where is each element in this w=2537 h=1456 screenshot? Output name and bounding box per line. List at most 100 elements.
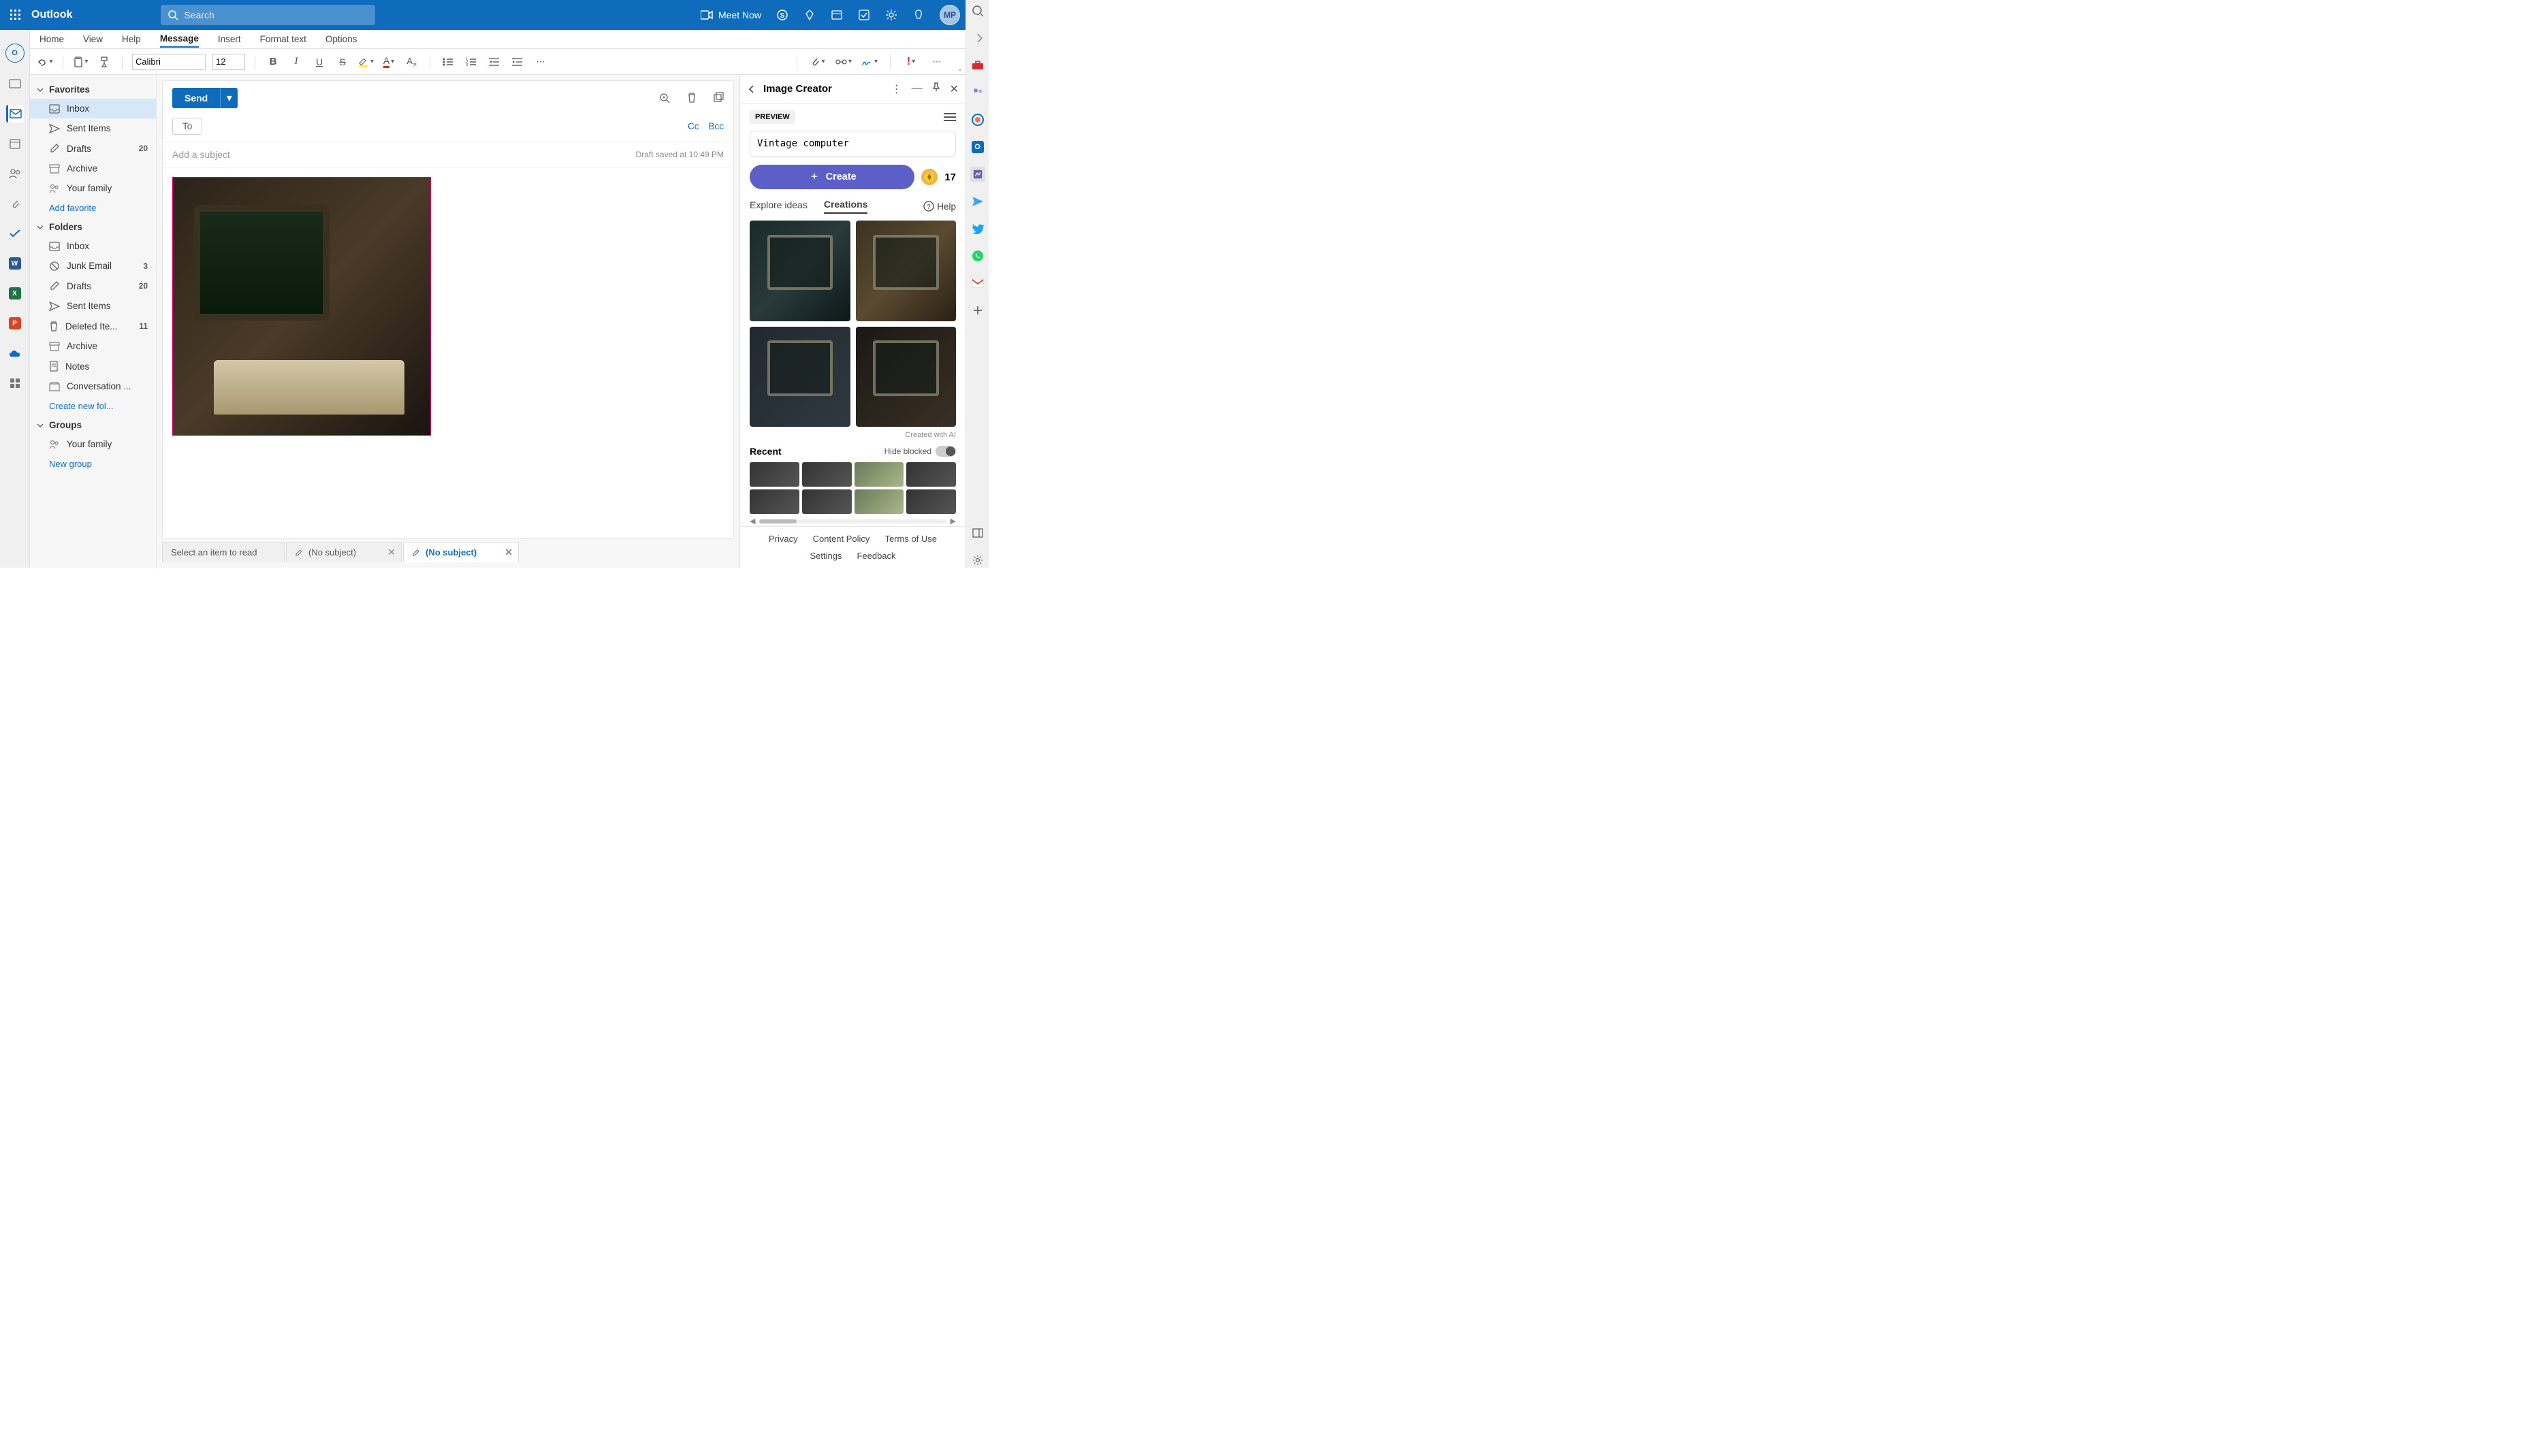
folder-drafts[interactable]: Drafts20	[30, 276, 156, 296]
lightbulb-icon[interactable]	[912, 9, 925, 21]
copilot-icon[interactable]	[970, 112, 985, 127]
folders-header[interactable]: Folders	[30, 218, 156, 236]
outlook-rail-icon[interactable]: O	[970, 140, 985, 155]
add-favorite-link[interactable]: Add favorite	[30, 198, 156, 218]
close-tab-1[interactable]: ✕	[387, 547, 396, 558]
bcc-button[interactable]: Bcc	[708, 121, 724, 131]
tab-view[interactable]: View	[83, 31, 103, 47]
zoom-button[interactable]	[658, 92, 671, 104]
importance-button[interactable]: !▾	[903, 54, 919, 70]
close-tab-2[interactable]: ✕	[505, 547, 513, 558]
folder-junk[interactable]: Junk Email3	[30, 256, 156, 276]
hide-blocked-toggle[interactable]: Hide blocked	[884, 446, 956, 457]
draft-tab-1[interactable]: (No subject)✕	[286, 542, 402, 562]
tab-format-text[interactable]: Format text	[260, 31, 306, 47]
people-icon[interactable]	[6, 165, 24, 182]
folder-family-fav[interactable]: Your family	[30, 178, 156, 198]
font-color-button[interactable]: A▾	[381, 54, 397, 70]
task-complete-icon[interactable]	[858, 9, 870, 21]
footer-content-policy[interactable]: Content Policy	[813, 534, 870, 544]
decrease-indent-button[interactable]	[486, 54, 502, 70]
skype-icon[interactable]: S	[776, 9, 788, 21]
clear-formatting-button[interactable]: A✕	[404, 54, 420, 70]
highlight-button[interactable]: ▾	[357, 54, 374, 70]
gmail-icon[interactable]	[970, 276, 985, 291]
more-formatting-button[interactable]: ⋯	[532, 54, 549, 70]
format-painter-button[interactable]	[96, 54, 112, 70]
whatsapp-icon[interactable]	[970, 248, 985, 263]
tab-creations[interactable]: Creations	[824, 199, 868, 214]
email-body-editor[interactable]	[163, 167, 733, 538]
hamburger-icon[interactable]	[944, 112, 956, 122]
search-box[interactable]	[161, 5, 375, 25]
onedrive-icon[interactable]	[6, 344, 24, 362]
send-rail-icon[interactable]	[970, 194, 985, 209]
prompt-input[interactable]: Vintage computer	[750, 131, 956, 157]
favorites-header[interactable]: Favorites	[30, 80, 156, 99]
folder-notes[interactable]: Notes	[30, 356, 156, 376]
footer-settings[interactable]: Settings	[810, 551, 842, 561]
folder-sent[interactable]: Sent Items	[30, 296, 156, 316]
undo-button[interactable]: ▾	[37, 54, 53, 70]
app-launcher-icon[interactable]	[5, 5, 26, 25]
profile-avatar[interactable]: MP	[940, 5, 960, 25]
inserted-image-vintage-computer[interactable]	[172, 177, 431, 436]
recent-thumb[interactable]	[750, 462, 799, 487]
recent-thumb[interactable]	[802, 462, 852, 487]
strikethrough-button[interactable]: S	[334, 54, 351, 70]
font-name-select[interactable]	[132, 54, 206, 70]
recent-scrollbar[interactable]: ◀▶	[750, 517, 956, 525]
popout-button[interactable]	[713, 92, 724, 104]
attach-button[interactable]: ▾	[810, 54, 826, 70]
link-button[interactable]: ▾	[835, 54, 852, 70]
creation-thumbnail-2[interactable]	[856, 221, 957, 321]
meet-now-button[interactable]: Meet Now	[701, 10, 761, 20]
mail-new-icon[interactable]	[6, 75, 24, 93]
numbered-list-button[interactable]: 123	[463, 54, 479, 70]
underline-button[interactable]: U	[311, 54, 328, 70]
tab-message[interactable]: Message	[160, 31, 199, 48]
group-family[interactable]: Your family	[30, 434, 156, 454]
recent-thumb[interactable]	[906, 462, 956, 487]
calendar-sync-icon[interactable]	[831, 9, 843, 21]
font-size-select[interactable]	[212, 54, 245, 70]
footer-feedback[interactable]: Feedback	[857, 551, 895, 561]
recent-thumb[interactable]	[802, 489, 852, 514]
people-rail-icon[interactable]	[970, 85, 985, 100]
tab-insert[interactable]: Insert	[218, 31, 241, 47]
create-folder-link[interactable]: Create new fol...	[30, 396, 156, 416]
add-app-icon[interactable]	[970, 303, 985, 318]
subject-input[interactable]	[172, 149, 636, 160]
ribbon-collapse-button[interactable]: ⌄	[957, 65, 963, 73]
creation-thumbnail-3[interactable]	[750, 327, 850, 427]
word-icon[interactable]: W	[6, 255, 24, 272]
more-actions-button[interactable]: ⋯	[929, 54, 945, 70]
pin-button[interactable]	[932, 82, 940, 96]
recent-thumb[interactable]	[855, 462, 904, 487]
help-button[interactable]: ?Help	[923, 201, 956, 212]
settings-rail-icon[interactable]	[970, 553, 985, 568]
attachments-icon[interactable]	[6, 195, 24, 212]
recent-thumb[interactable]	[750, 489, 799, 514]
cc-button[interactable]: Cc	[688, 121, 699, 131]
bold-button[interactable]: B	[265, 54, 281, 70]
tab-options[interactable]: Options	[325, 31, 357, 47]
settings-icon[interactable]	[885, 9, 897, 21]
premium-icon[interactable]	[803, 9, 816, 21]
bullet-list-button[interactable]	[440, 54, 456, 70]
footer-terms[interactable]: Terms of Use	[884, 534, 937, 544]
italic-button[interactable]: I	[288, 54, 304, 70]
excel-icon[interactable]: X	[6, 285, 24, 302]
paste-button[interactable]: ▾	[73, 54, 89, 70]
folder-conversation[interactable]: Conversation ...	[30, 376, 156, 396]
twitter-icon[interactable]	[970, 221, 985, 236]
folder-sent-fav[interactable]: Sent Items	[30, 118, 156, 138]
outlook-badge-icon[interactable]: O	[5, 44, 25, 63]
folder-drafts-fav[interactable]: Drafts20	[30, 138, 156, 159]
folder-archive[interactable]: Archive	[30, 336, 156, 356]
search-icon[interactable]	[970, 3, 985, 18]
folder-archive-fav[interactable]: Archive	[30, 159, 156, 178]
designer-icon[interactable]	[970, 167, 985, 182]
minimize-button[interactable]: —	[912, 82, 923, 96]
tab-home[interactable]: Home	[39, 31, 64, 47]
